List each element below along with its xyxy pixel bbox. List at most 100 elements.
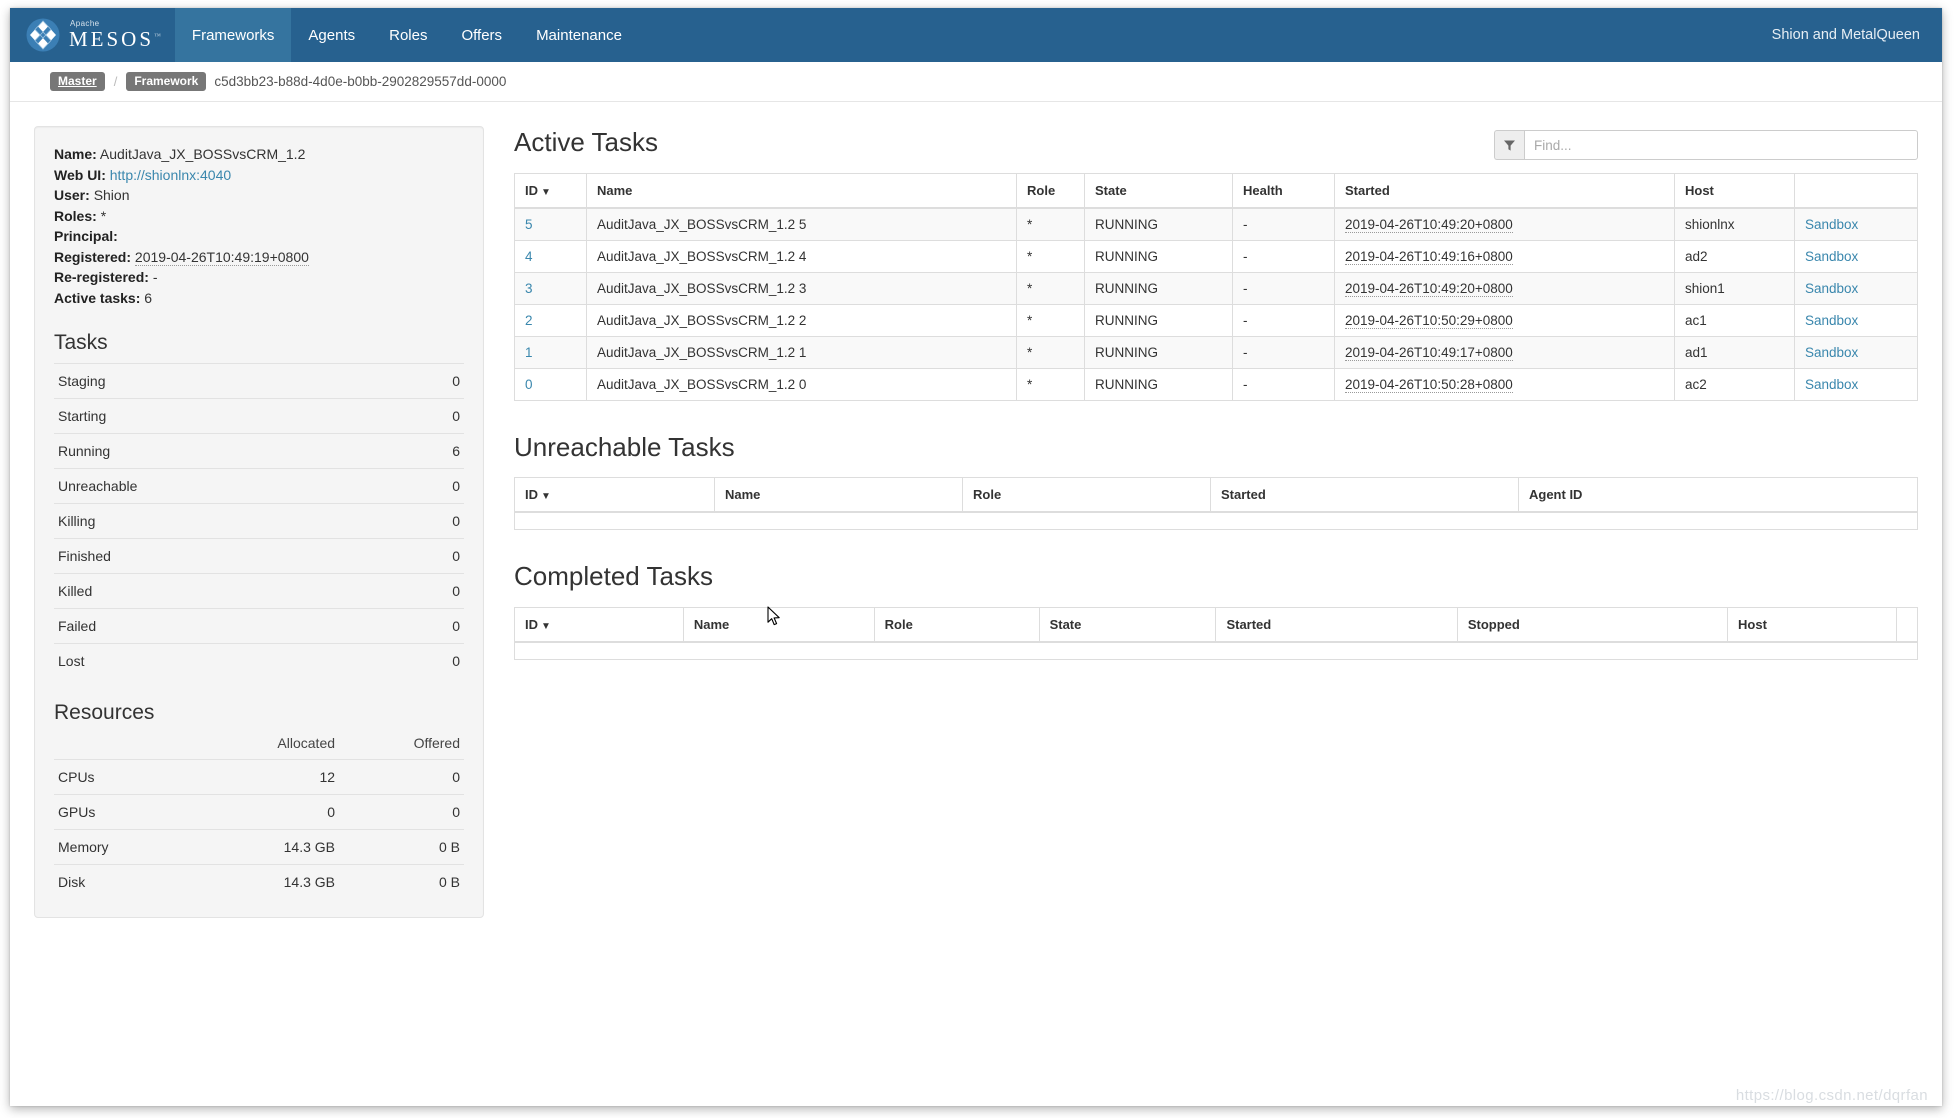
task-id-link[interactable]: 3: [525, 281, 533, 296]
task-started-cell: 2019-04-26T10:49:17+0800: [1334, 335, 1675, 369]
meta-value: AuditJava_JX_BOSSvsCRM_1.2: [99, 146, 306, 162]
task-id-link[interactable]: 1: [525, 345, 533, 360]
completed-col-stopped[interactable]: Stopped: [1456, 607, 1729, 643]
find-input[interactable]: [1524, 130, 1918, 160]
task-count-row: Starting 0: [54, 398, 464, 434]
completed-col-role[interactable]: Role: [873, 607, 1040, 643]
active-col-host[interactable]: Host: [1674, 173, 1795, 209]
brand-logo-link[interactable]: Apache MESOS™: [10, 8, 175, 62]
table-row: 5 AuditJava_JX_BOSSvsCRM_1.2 5 * RUNNING -20…: [514, 207, 1918, 241]
page-content: Name: AuditJava_JX_BOSSvsCRM_1.2 Web UI: …: [10, 102, 1942, 919]
completed-col-name[interactable]: Name: [682, 607, 875, 643]
meta-key: Active tasks:: [54, 289, 141, 306]
sandbox-link[interactable]: Sandbox: [1805, 377, 1858, 392]
breadcrumb-framework-id: c5d3bb23-b88d-4d0e-b0bb-2902829557dd-000…: [214, 74, 507, 89]
task-started-timestamp: 2019-04-26T10:49:20+0800: [1345, 216, 1513, 233]
completed-col-state[interactable]: State: [1038, 607, 1217, 643]
active-col-role[interactable]: Role: [1016, 173, 1085, 209]
task-id-link[interactable]: 5: [525, 217, 533, 232]
task-count-value: 0: [401, 363, 464, 399]
nav-item-agents[interactable]: Agents: [291, 8, 372, 62]
nav-item-roles[interactable]: Roles: [372, 8, 444, 62]
task-count-label: Killing: [54, 503, 402, 539]
unreachable-col-name[interactable]: Name: [714, 477, 963, 513]
task-id-cell: 5: [514, 207, 587, 241]
active-col-id[interactable]: ID ▼: [514, 173, 587, 209]
unreachable-col-role[interactable]: Role: [962, 477, 1211, 513]
breadcrumb-master-link[interactable]: Master: [50, 72, 105, 91]
task-state-cell: RUNNING: [1084, 239, 1233, 273]
task-count-label: Lost: [54, 643, 402, 679]
resource-allocated: 0: [188, 794, 340, 830]
framework-meta-list: Name: AuditJava_JX_BOSSvsCRM_1.2 Web UI: …: [54, 144, 464, 308]
task-count-label: Starting: [54, 398, 402, 434]
nav-item-maintenance[interactable]: Maintenance: [519, 8, 639, 62]
framework-meta-principal: Principal:: [54, 226, 464, 247]
task-role-cell: *: [1016, 367, 1085, 401]
task-count-row: Running 6: [54, 433, 464, 469]
nav-item-offers[interactable]: Offers: [444, 8, 519, 62]
task-name-cell: AuditJava_JX_BOSSvsCRM_1.2 2: [586, 303, 1017, 337]
empty-row: [514, 511, 1918, 530]
task-host-cell: shion1: [1674, 271, 1795, 305]
resource-row: Disk 14.3 GB 0 B: [54, 864, 464, 900]
task-sandbox-cell: Sandbox: [1794, 207, 1918, 241]
resource-row: CPUs 12 0: [54, 759, 464, 795]
meta-value[interactable]: http://shionlnx:4040: [110, 167, 231, 183]
task-count-value: 0: [401, 468, 464, 504]
trademark-symbol: ™: [154, 32, 161, 40]
completed-tasks-title: Completed Tasks: [514, 561, 713, 591]
task-id-link[interactable]: 4: [525, 249, 533, 264]
active-col-started[interactable]: Started: [1334, 173, 1675, 209]
active-col-state[interactable]: State: [1084, 173, 1233, 209]
task-state-cell: RUNNING: [1084, 207, 1233, 241]
active-tasks-header-row: ID ▼ Name Role State Health Started Host: [514, 173, 1918, 209]
task-started-timestamp: 2019-04-26T10:49:17+0800: [1345, 344, 1513, 361]
active-col-health[interactable]: Health: [1232, 173, 1335, 209]
filter-icon[interactable]: [1494, 130, 1524, 160]
task-id-link[interactable]: 2: [525, 313, 533, 328]
task-role-cell: *: [1016, 207, 1085, 241]
framework-meta-name: Name: AuditJava_JX_BOSSvsCRM_1.2: [54, 144, 464, 165]
completed-col-id[interactable]: ID ▼: [514, 607, 684, 643]
unreachable-col-id[interactable]: ID ▼: [514, 477, 715, 513]
sandbox-link[interactable]: Sandbox: [1805, 249, 1858, 264]
task-host-cell: ad2: [1674, 239, 1795, 273]
sandbox-link[interactable]: Sandbox: [1805, 345, 1858, 360]
resource-label: GPUs: [54, 794, 189, 830]
navbar: Apache MESOS™ Frameworks Agents Roles Of…: [10, 8, 1942, 62]
task-health-cell: -: [1232, 303, 1335, 337]
completed-col-host[interactable]: Host: [1727, 607, 1897, 643]
sandbox-link[interactable]: Sandbox: [1805, 217, 1858, 232]
completed-col-sandbox: [1896, 607, 1918, 643]
sandbox-link[interactable]: Sandbox: [1805, 313, 1858, 328]
find-control: [1494, 130, 1918, 160]
framework-meta-webui: Web UI: http://shionlnx:4040: [54, 165, 464, 186]
active-col-name[interactable]: Name: [586, 173, 1017, 209]
meta-value: -: [152, 269, 158, 285]
unreachable-col-started[interactable]: Started: [1210, 477, 1519, 513]
task-host-cell: shionlnx: [1674, 207, 1795, 241]
task-count-label: Finished: [54, 538, 402, 574]
task-role-cell: *: [1016, 335, 1085, 369]
task-role-cell: *: [1016, 271, 1085, 305]
resource-allocated: 14.3 GB: [188, 864, 340, 900]
task-count-value: 0: [401, 573, 464, 609]
unreachable-col-agent-id[interactable]: Agent ID: [1518, 477, 1918, 513]
task-started-timestamp: 2019-04-26T10:50:28+0800: [1345, 376, 1513, 393]
task-started-timestamp: 2019-04-26T10:49:20+0800: [1345, 280, 1513, 297]
active-col-sandbox: [1794, 173, 1918, 209]
resources-col-blank: [54, 733, 188, 760]
sandbox-link[interactable]: Sandbox: [1805, 281, 1858, 296]
task-count-row: Staging 0: [54, 363, 464, 399]
completed-tasks-body: [514, 641, 1918, 660]
tasks-section-title: Tasks: [54, 331, 108, 354]
framework-meta-activetasks: Active tasks: 6: [54, 288, 464, 309]
tasks-pane: Active Tasks ID▼ Name Role: [484, 126, 1918, 660]
task-host-cell: ac1: [1674, 303, 1795, 337]
completed-col-started[interactable]: Started: [1215, 607, 1458, 643]
resource-allocated: 12: [188, 759, 340, 795]
task-id-cell: 2: [514, 303, 587, 337]
task-id-link[interactable]: 0: [525, 377, 533, 392]
nav-item-frameworks[interactable]: Frameworks: [174, 8, 292, 62]
